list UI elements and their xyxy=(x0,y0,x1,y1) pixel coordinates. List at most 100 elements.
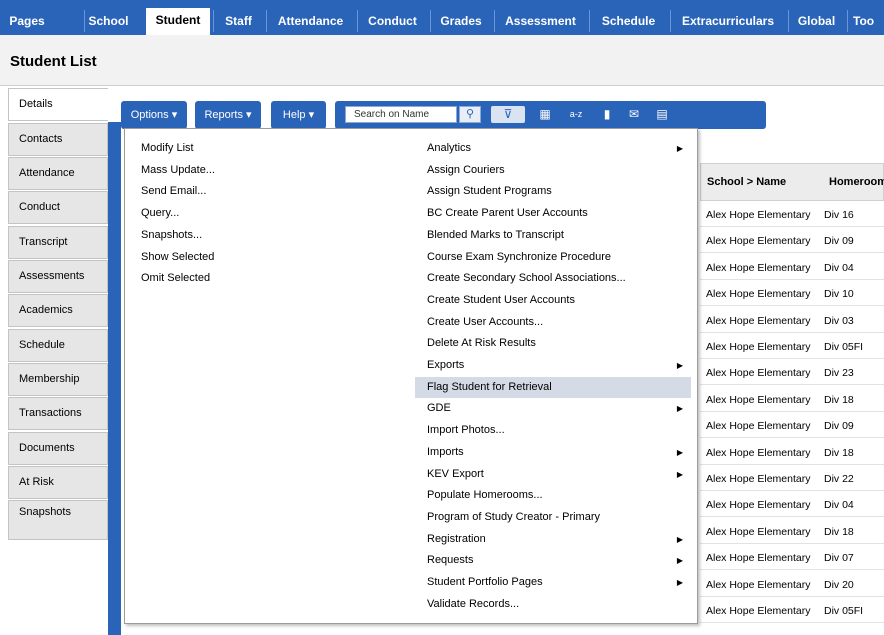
submenu-item-label: Course Exam Synchronize Procedure xyxy=(427,250,612,263)
menu-item[interactable]: Show Selected xyxy=(129,247,399,268)
submenu-item[interactable]: Delete At Risk Results xyxy=(415,333,691,354)
side-tab-snapshots-label: Snapshots xyxy=(19,506,71,518)
tab-tools[interactable]: Too xyxy=(847,10,884,32)
side-tab-transcript[interactable]: Transcript xyxy=(8,226,108,259)
submenu-item[interactable]: Assign Student Programs xyxy=(415,181,691,202)
column-school-name[interactable]: School > Name xyxy=(707,176,786,188)
menu-item[interactable]: Modify List xyxy=(129,138,399,159)
submenu-item[interactable]: Assign Couriers xyxy=(415,160,691,181)
columns-icon[interactable]: ▦ xyxy=(535,106,555,123)
table-row[interactable]: Alex Hope Elementary Div 03 xyxy=(700,307,884,333)
table-row[interactable]: Alex Hope Elementary Div 05FI xyxy=(700,597,884,623)
side-tab-transactions[interactable]: Transactions xyxy=(8,397,108,430)
submenu-item[interactable]: Program of Study Creator - Primary xyxy=(415,507,691,528)
submenu-item[interactable]: Registration ▶ xyxy=(415,529,691,550)
table-row[interactable]: Alex Hope Elementary Div 09 xyxy=(700,412,884,439)
table-row[interactable]: Alex Hope Elementary Div 16 xyxy=(700,201,884,227)
submenu-item[interactable]: Course Exam Synchronize Procedure xyxy=(415,247,691,268)
submenu-item[interactable]: Validate Records... xyxy=(415,594,691,615)
table-row[interactable]: Alex Hope Elementary Div 18 xyxy=(700,518,884,544)
print-icon[interactable]: ▤ xyxy=(653,106,671,123)
chevron-right-icon: ▶ xyxy=(676,447,683,457)
cell-homeroom: Div 04 xyxy=(824,261,854,274)
table-row[interactable]: Alex Hope Elementary Div 10 xyxy=(700,280,884,307)
table-row[interactable]: Alex Hope Elementary Div 05FI xyxy=(700,333,884,359)
cell-school-name: Alex Hope Elementary xyxy=(706,341,811,353)
submenu-item[interactable]: Create Student User Accounts xyxy=(415,290,691,311)
submenu-item[interactable]: Requests ▶ xyxy=(415,550,691,571)
search-input[interactable]: Search on Name xyxy=(345,106,457,123)
submenu-item[interactable]: KEV Export ▶ xyxy=(415,464,691,485)
submenu-item[interactable]: Populate Homerooms... xyxy=(415,485,691,506)
column-homeroom[interactable]: Homeroom xyxy=(829,176,884,188)
table-row[interactable]: Alex Hope Elementary Div 22 xyxy=(700,465,884,491)
menu-item[interactable]: Snapshots... xyxy=(129,225,399,246)
cell-school-name: Alex Hope Elementary xyxy=(706,420,811,433)
submenu-item[interactable]: Imports ▶ xyxy=(415,442,691,463)
tab-attendance[interactable]: Attendance xyxy=(266,10,354,32)
table-row[interactable]: Alex Hope Elementary Div 18 xyxy=(700,386,884,412)
table-row[interactable]: Alex Hope Elementary Div 07 xyxy=(700,544,884,571)
submenu-item[interactable]: GDE ▶ xyxy=(415,398,691,419)
tab-assessment[interactable]: Assessment xyxy=(494,10,586,32)
help-button[interactable]: Help ▾ xyxy=(271,101,326,129)
table-row[interactable]: Alex Hope Elementary Div 20 xyxy=(700,571,884,597)
table-row[interactable]: Alex Hope Elementary Div 18 xyxy=(700,439,884,465)
side-tab-documents[interactable]: Documents xyxy=(8,432,108,465)
menu-item[interactable]: Query... xyxy=(129,203,399,224)
side-tab-snapshots[interactable]: Snapshots xyxy=(8,500,108,540)
submenu-item[interactable]: Create Secondary School Associations... xyxy=(415,268,691,289)
side-tab-attendance[interactable]: Attendance xyxy=(8,157,108,190)
tab-staff[interactable]: Staff xyxy=(213,10,263,32)
cell-school-name: Alex Hope Elementary xyxy=(706,552,811,565)
side-tab-assessments[interactable]: Assessments xyxy=(8,260,108,293)
tab-student[interactable]: Student xyxy=(146,8,210,35)
side-tab-membership[interactable]: Membership xyxy=(8,363,108,396)
submenu-item[interactable]: Exports ▶ xyxy=(415,355,691,376)
options-button[interactable]: Options ▾ xyxy=(121,101,187,129)
tab-extracurriculars[interactable]: Extracurriculars xyxy=(670,10,785,32)
side-tab-schedule[interactable]: Schedule xyxy=(8,329,108,362)
submenu-item[interactable]: Flag Student for Retrieval xyxy=(415,376,691,398)
chevron-down-icon: ▾ xyxy=(308,109,315,121)
table-row[interactable]: Alex Hope Elementary Div 04 xyxy=(700,491,884,518)
table-row[interactable]: Alex Hope Elementary Div 09 xyxy=(700,227,884,254)
submenu-item[interactable]: Import Photos... xyxy=(415,420,691,441)
table-row[interactable]: Alex Hope Elementary Div 23 xyxy=(700,359,884,386)
menu-item[interactable]: Send Email... xyxy=(129,181,399,202)
email-icon[interactable]: ✉ xyxy=(625,106,643,123)
submenu-item[interactable]: Create User Accounts... xyxy=(415,312,691,333)
side-tab-conduct[interactable]: Conduct xyxy=(8,191,108,224)
options-dropdown: Modify List Mass Update... Send Email... Qu… xyxy=(124,128,698,624)
chevron-right-icon: ▶ xyxy=(676,404,683,414)
tab-grades[interactable]: Grades xyxy=(430,10,491,32)
tab-pages[interactable]: Pages xyxy=(0,10,54,32)
submenu-item[interactable]: BC Create Parent User Accounts xyxy=(415,203,691,224)
side-tab-contacts[interactable]: Contacts xyxy=(8,123,108,156)
search-icon[interactable]: ⚲ xyxy=(459,106,481,123)
cell-school-name: Alex Hope Elementary xyxy=(706,367,811,380)
tab-global[interactable]: Global xyxy=(788,10,844,32)
submenu-item[interactable]: Blended Marks to Transcript xyxy=(415,225,691,246)
cell-homeroom: Div 16 xyxy=(824,209,854,221)
submenu-item-label: Requests xyxy=(427,554,474,567)
tab-conduct[interactable]: Conduct xyxy=(357,10,427,32)
menu-item[interactable]: Mass Update... xyxy=(129,160,399,181)
cell-homeroom: Div 20 xyxy=(824,578,854,591)
content-frame-edge xyxy=(108,122,121,635)
menu-item[interactable]: Omit Selected xyxy=(129,268,399,289)
submenu-item[interactable]: Analytics ▶ xyxy=(415,138,691,159)
sort-icon[interactable]: a-z xyxy=(565,106,587,123)
side-tab-academics[interactable]: Academics xyxy=(8,294,108,327)
submenu-item[interactable]: Student Portfolio Pages ▶ xyxy=(415,572,691,593)
filter-icon[interactable]: ⊽ xyxy=(491,106,525,123)
tab-school[interactable]: School xyxy=(84,10,132,32)
tab-schedule[interactable]: Schedule xyxy=(589,10,667,32)
reports-button[interactable]: Reports ▾ xyxy=(195,101,261,129)
submenu-item-label: Create Student User Accounts xyxy=(427,293,575,306)
submenu-item-label: BC Create Parent User Accounts xyxy=(427,207,588,220)
side-tab-details[interactable]: Details xyxy=(8,88,108,121)
table-row[interactable]: Alex Hope Elementary Div 04 xyxy=(700,254,884,280)
submenu-item-label: Imports xyxy=(427,445,464,458)
chart-icon[interactable]: ▮ xyxy=(598,106,616,123)
